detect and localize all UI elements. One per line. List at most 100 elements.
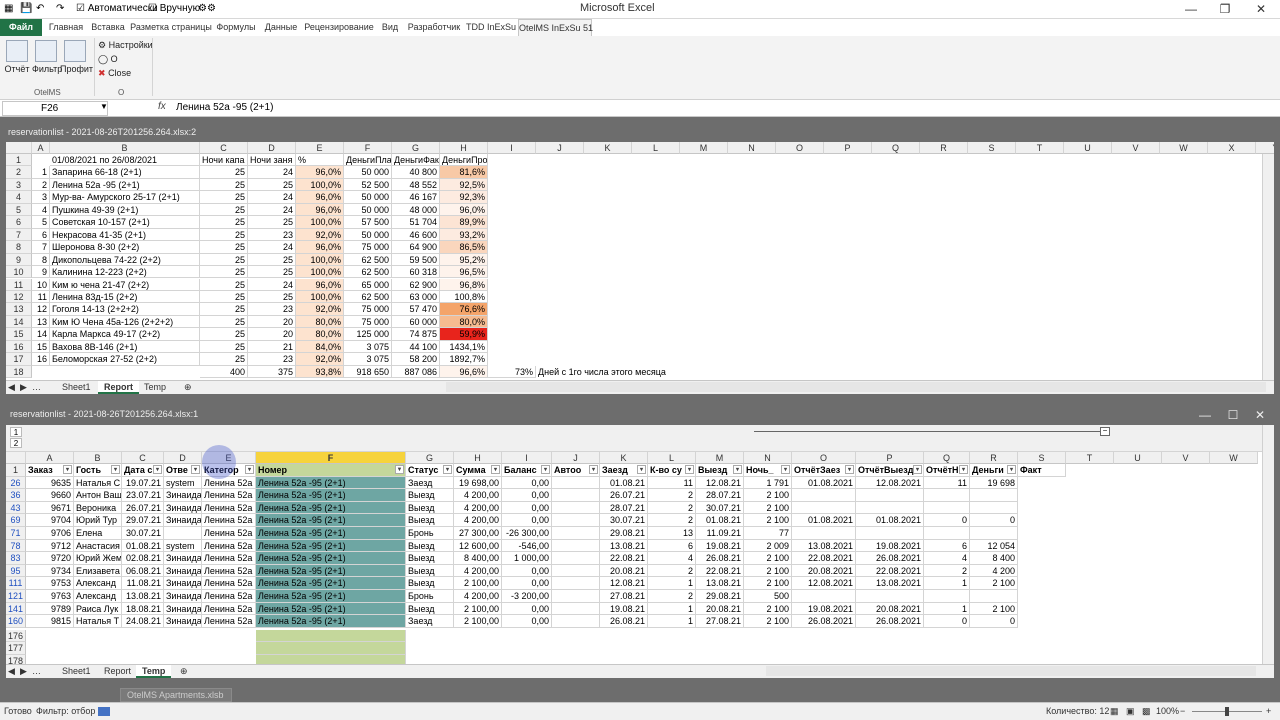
column-header[interactable]: C: [200, 142, 248, 154]
row-header[interactable]: 17: [6, 353, 32, 366]
filter-dropdown-icon[interactable]: ▾: [959, 465, 968, 474]
table-cell[interactable]: 100,0%: [296, 216, 344, 229]
fx-icon[interactable]: fx: [158, 101, 166, 112]
table-cell[interactable]: Выезд: [406, 564, 454, 578]
column-header[interactable]: O: [792, 452, 856, 464]
macro-icon[interactable]: ⚙⚙: [198, 2, 216, 16]
table-cell[interactable]: 25: [200, 353, 248, 366]
table-cell[interactable]: 11.08.21: [122, 577, 164, 590]
table-cell[interactable]: 100,0%: [296, 290, 344, 304]
table-cell[interactable]: 75 000: [344, 303, 392, 316]
table-cell[interactable]: 2 100: [744, 577, 792, 590]
table-cell[interactable]: 125 000: [344, 328, 392, 341]
table-cell[interactable]: 29.08.21: [696, 590, 744, 603]
table-cell[interactable]: 27.08.21: [600, 590, 648, 603]
filter-header-cell[interactable]: ОтчётВыезд ▾: [856, 464, 924, 477]
table-cell[interactable]: 19.08.21: [600, 602, 648, 616]
table-cell[interactable]: 25: [200, 315, 248, 329]
table-cell[interactable]: 0: [924, 514, 970, 527]
table-cell[interactable]: 19.07.21: [122, 476, 164, 490]
table-cell[interactable]: Ленина 52а -95 (2+1): [256, 590, 406, 603]
table-cell[interactable]: 48 552: [392, 178, 440, 192]
table-cell[interactable]: Ленина 52а -95 (2+1): [256, 527, 406, 540]
table-cell[interactable]: Зинаида: [164, 552, 202, 565]
table-cell[interactable]: [792, 590, 856, 603]
table-cell[interactable]: 4: [32, 203, 50, 217]
filter-header-cell[interactable]: Деньги ▾: [970, 464, 1018, 477]
table-cell[interactable]: 80,0%: [296, 328, 344, 341]
table-cell[interactable]: Калинина 12-223 (2+2): [50, 266, 200, 279]
table-cell[interactable]: 96,0%: [296, 166, 344, 179]
table-cell[interactable]: 25: [200, 203, 248, 217]
table-cell[interactable]: 60 000: [392, 315, 440, 329]
redo-icon[interactable]: ↷: [56, 2, 64, 16]
filter-dropdown-icon[interactable]: ▼: [395, 465, 404, 474]
filter-dropdown-icon[interactable]: ▾: [589, 465, 598, 474]
total-cell[interactable]: 73%: [488, 365, 536, 379]
row-header[interactable]: 14: [6, 315, 32, 329]
table-cell[interactable]: Выезд: [406, 514, 454, 527]
table-cell[interactable]: 8: [32, 253, 50, 267]
table-cell[interactable]: 19 698: [970, 476, 1018, 490]
add-sheet-icon[interactable]: ⊕: [178, 381, 198, 394]
table-cell[interactable]: Заезд: [406, 476, 454, 490]
table-cell[interactable]: [970, 501, 1018, 515]
table-cell[interactable]: 4 200,00: [454, 564, 502, 578]
row-header[interactable]: 2: [6, 166, 32, 179]
table-cell[interactable]: [924, 590, 970, 603]
table-cell[interactable]: Выезд: [406, 577, 454, 590]
table-cell[interactable]: 63 000: [392, 290, 440, 304]
table-cell[interactable]: 12.08.21: [696, 476, 744, 490]
column-header[interactable]: Y: [1256, 142, 1274, 154]
column-header[interactable]: M: [696, 452, 744, 464]
table-cell[interactable]: [552, 577, 600, 590]
table-cell[interactable]: 25: [200, 228, 248, 242]
table-cell[interactable]: -3 200,00: [502, 590, 552, 603]
table-cell[interactable]: Вероника: [74, 501, 122, 515]
table-cell[interactable]: 12.08.2021: [856, 476, 924, 490]
table-cell[interactable]: 92,0%: [296, 303, 344, 316]
tab-view[interactable]: Вид: [378, 19, 402, 36]
settings-button[interactable]: ⚙ Настройки: [98, 39, 153, 51]
table-cell[interactable]: 0: [970, 514, 1018, 527]
row-header[interactable]: 95: [6, 564, 26, 578]
table-cell[interactable]: 25: [200, 191, 248, 204]
row-header[interactable]: 5: [6, 203, 32, 217]
table-cell[interactable]: 25: [248, 178, 296, 192]
table-cell[interactable]: [970, 527, 1018, 540]
table-cell[interactable]: 13.08.2021: [856, 577, 924, 590]
table-cell[interactable]: 2 100: [744, 514, 792, 527]
table-cell[interactable]: Ленина 52а -95 (2+1): [256, 514, 406, 527]
tab-developer[interactable]: Разработчик: [406, 19, 462, 36]
table-cell[interactable]: system: [164, 476, 202, 490]
table-cell[interactable]: 20: [248, 328, 296, 341]
column-header[interactable]: D: [164, 452, 202, 464]
table-cell[interactable]: 01.08.21: [696, 514, 744, 527]
table-cell[interactable]: Юрий Жем: [74, 552, 122, 565]
table-cell[interactable]: 19 698,00: [454, 476, 502, 490]
header-cell[interactable]: ДеньгиПроцент: [440, 154, 488, 167]
table-cell[interactable]: 22.08.21: [696, 564, 744, 578]
table-cell[interactable]: 25: [200, 303, 248, 316]
about-button[interactable]: ◯ О: [98, 53, 118, 65]
table-cell[interactable]: Юрий Тур: [74, 514, 122, 527]
column-header[interactable]: O: [776, 142, 824, 154]
table-cell[interactable]: 2: [648, 501, 696, 515]
table-cell[interactable]: [856, 590, 924, 603]
undo-icon[interactable]: ↶: [36, 2, 44, 16]
table-cell[interactable]: 1: [32, 166, 50, 179]
row-header[interactable]: 16: [6, 340, 32, 354]
table-cell[interactable]: 15: [32, 340, 50, 354]
table-cell[interactable]: 5: [32, 216, 50, 229]
table-cell[interactable]: 2 100: [970, 602, 1018, 616]
row-header[interactable]: 18: [6, 365, 32, 379]
table-cell[interactable]: 3 075: [344, 340, 392, 354]
table-cell[interactable]: 9671: [26, 501, 74, 515]
column-header[interactable]: K: [584, 142, 632, 154]
column-header[interactable]: G: [392, 142, 440, 154]
table-cell[interactable]: 26.08.21: [696, 552, 744, 565]
table-cell[interactable]: 27.08.21: [696, 615, 744, 628]
maximize-icon[interactable]: ☐: [1218, 407, 1248, 423]
row-header[interactable]: 6: [6, 216, 32, 229]
table-cell[interactable]: 20.08.2021: [792, 564, 856, 578]
